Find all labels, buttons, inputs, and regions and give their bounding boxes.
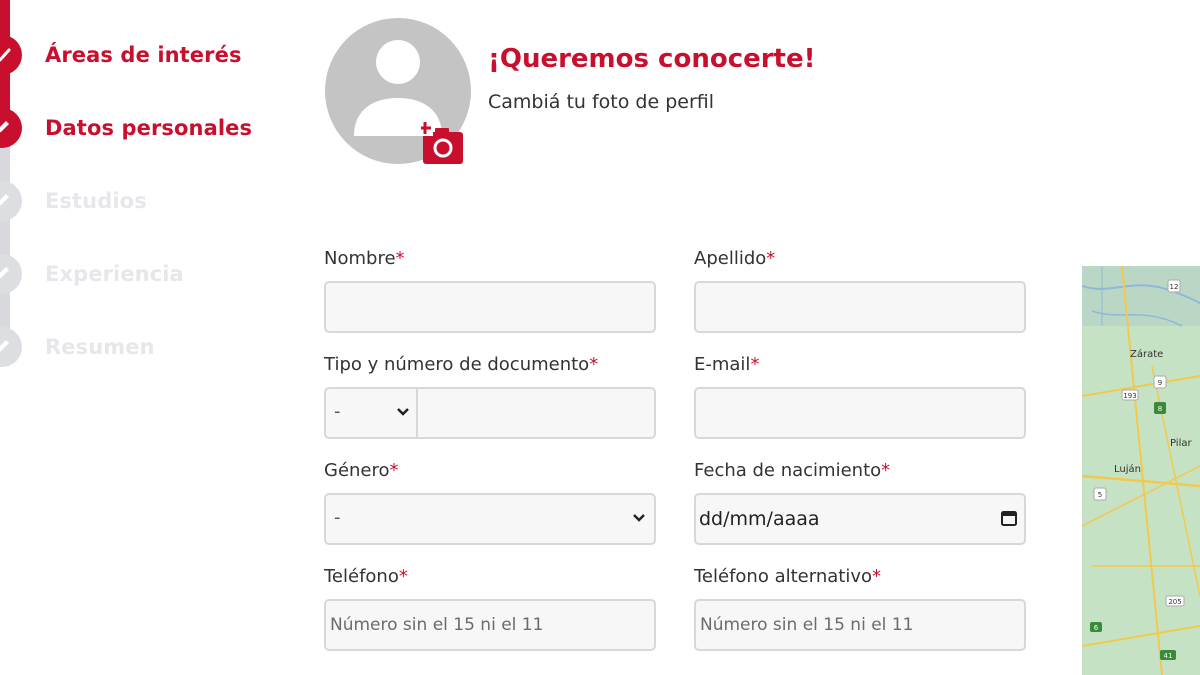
map-panel[interactable]: 12 Zárate 193 9 8 Pilar Luján 5 205 41 6 [1082,266,1200,675]
map-route-label: 6 [1094,624,1099,632]
step-areas-de-interes[interactable]: Áreas de interés [0,35,242,75]
field-label: Nombre* [324,248,405,269]
field-telefono: Teléfono* Número sin el 15 ni el 11 [324,563,656,651]
step-label: Experiencia [45,262,184,286]
pencil-icon [0,254,22,294]
required-mark: * [398,566,408,587]
telefono-alternativo-input[interactable]: Número sin el 15 ni el 11 [694,599,1026,651]
nombre-input[interactable] [324,281,656,333]
chevron-down-icon [633,514,645,522]
pencil-icon [0,327,22,367]
email-input[interactable] [694,387,1026,439]
step-label: Estudios [45,189,147,213]
step-datos-personales[interactable]: Datos personales [0,108,252,148]
documento-number-input[interactable] [418,389,654,437]
map-route-label: 8 [1158,405,1162,413]
chevron-down-icon [397,408,409,416]
required-mark: * [589,354,599,375]
page-title: ¡Queremos conocerte! [488,44,816,74]
map-place-label: Luján [1114,463,1141,475]
required-mark: * [395,248,405,269]
add-camera-icon[interactable] [417,120,467,166]
required-mark: * [881,460,891,481]
field-label: Teléfono* [324,566,408,587]
pencil-icon [0,181,22,221]
field-documento: Tipo y número de documento* - [324,351,656,439]
calendar-icon[interactable] [1000,509,1018,527]
map-image: 12 Zárate 193 9 8 Pilar Luján 5 205 41 6 [1082,266,1200,675]
map-route-label: 193 [1123,392,1136,400]
map-route-label: 5 [1098,491,1102,499]
pencil-icon [0,108,22,148]
map-route-label: 41 [1164,652,1173,660]
documento-type-select[interactable]: - [326,389,416,437]
field-fecha-nacimiento: Fecha de nacimiento* dd/mm/aaaa [694,457,1026,545]
field-label: E-mail* [694,354,760,375]
required-mark: * [389,460,399,481]
check-icon [0,35,22,75]
change-photo-link[interactable]: Cambiá tu foto de perfil [488,91,714,113]
field-label: Fecha de nacimiento* [694,460,891,481]
map-place-label: Zárate [1130,348,1163,360]
profile-photo[interactable] [325,18,471,164]
required-mark: * [766,248,776,269]
map-route-label: 12 [1170,283,1179,291]
step-estudios[interactable]: Estudios [0,181,147,221]
required-mark: * [750,354,760,375]
field-nombre: Nombre* [324,245,656,333]
field-genero: Género* - [324,457,656,545]
step-label: Datos personales [45,116,253,140]
progress-stepper: Áreas de interés Datos personales Estudi… [0,0,300,400]
map-route-label: 205 [1168,598,1181,606]
telefono-input[interactable]: Número sin el 15 ni el 11 [324,599,656,651]
documento-group: - [324,387,656,439]
map-place-label: Pilar [1170,438,1192,449]
field-telefono-alternativo: Teléfono alternativo* Número sin el 15 n… [694,563,1026,651]
apellido-input[interactable] [694,281,1026,333]
field-apellido: Apellido* [694,245,1026,333]
step-resumen[interactable]: Resumen [0,327,155,367]
field-label: Apellido* [694,248,776,269]
field-label: Teléfono alternativo* [694,566,881,587]
step-label: Áreas de interés [45,43,242,67]
step-label: Resumen [45,335,155,359]
fecha-nacimiento-input[interactable]: dd/mm/aaaa [694,493,1026,545]
genero-select[interactable]: - [324,493,656,545]
map-route-label: 9 [1158,379,1162,387]
field-label: Género* [324,460,399,481]
field-email: E-mail* [694,351,1026,439]
required-mark: * [872,566,881,587]
field-label: Tipo y número de documento* [324,354,599,375]
step-experiencia[interactable]: Experiencia [0,254,184,294]
stepper-line-pending [0,130,10,350]
